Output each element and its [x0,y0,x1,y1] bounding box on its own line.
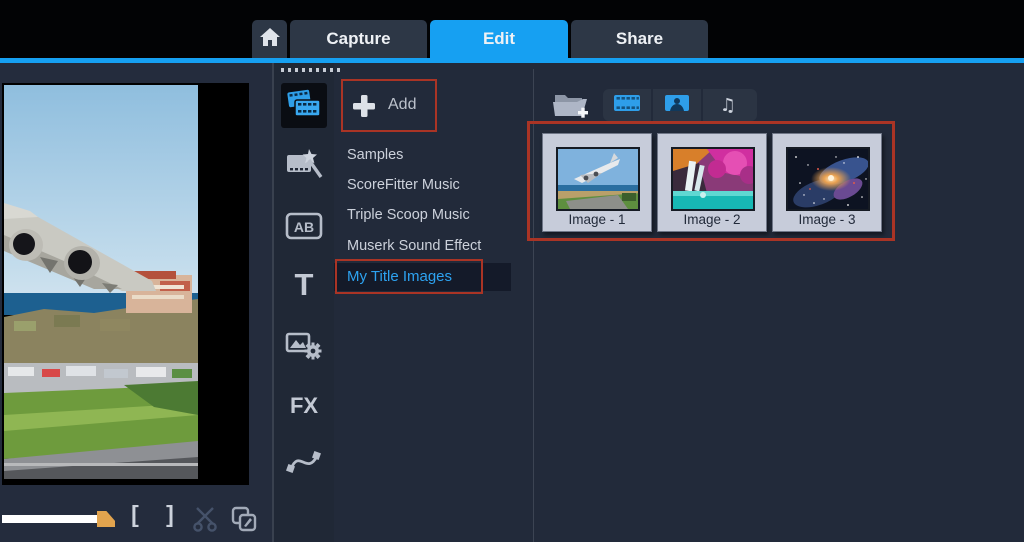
split-scissors-icon[interactable] [193,506,221,537]
home-tab[interactable] [252,20,287,58]
panel-drag-handle[interactable] [281,68,344,72]
media-item-3-label: Image - 3 [773,212,881,227]
sidebar-tool-overlays[interactable] [274,329,334,365]
svg-text:AB: AB [294,219,314,235]
top-tab-bar: Capture Edit Share [0,0,1024,58]
category-samples[interactable]: Samples [347,147,403,167]
tab-edit[interactable]: Edit [430,20,568,58]
media-filter-strip: ♫ [603,89,757,121]
add-media-button[interactable] [352,94,376,123]
titles-icon: T [295,267,314,303]
sidebar-tool-instant-project[interactable] [274,148,334,184]
photo-filter-icon [664,94,690,117]
tab-capture[interactable]: Capture [290,20,427,58]
mark-in-button[interactable]: [ [126,501,144,531]
thumbnail-waterfall [671,147,755,211]
thumbnail-airplane [556,147,640,211]
sidebar-tool-transitions[interactable]: AB [274,212,334,244]
category-muserk-sound-effect[interactable]: Muserk Sound Effect [347,238,481,258]
tab-capture-label: Capture [326,29,390,49]
sidebar-tool-media-library[interactable] [281,83,327,128]
tab-share-label: Share [616,29,663,49]
snapshot-icon[interactable] [230,505,258,538]
category-my-title-images[interactable]: My Title Images [347,268,452,288]
media-library-icon [286,87,322,124]
add-media-label[interactable]: Add [388,96,416,114]
video-filter-icon [613,94,641,117]
mark-out-button[interactable]: ] [161,501,179,531]
sidebar-tool-titles[interactable]: T [274,266,334,304]
preview-scrubber-track[interactable] [2,515,97,523]
photo-filter-button[interactable] [653,89,703,121]
audio-filter-button[interactable]: ♫ [703,89,753,121]
preview-scrubber-handle[interactable] [97,511,115,527]
media-item-3[interactable]: Image - 3 [772,133,882,232]
motion-path-icon [285,444,323,483]
overlays-icon [285,328,323,367]
panel-divider-right [533,69,534,542]
media-item-1-label: Image - 1 [543,212,651,227]
transitions-icon: AB [284,211,324,246]
preview-panel: [ ] [0,63,272,542]
video-preview [2,83,249,485]
media-item-2-label: Image - 2 [658,212,766,227]
preview-frame-airplane [4,85,198,479]
video-filter-button[interactable] [603,89,653,121]
audio-filter-icon: ♫ [720,95,736,116]
media-item-2[interactable]: Image - 2 [657,133,767,232]
media-item-1[interactable]: Image - 1 [542,133,652,232]
library-sidebar: AB T [274,63,334,542]
sidebar-tool-effects[interactable]: FX [274,391,334,421]
category-triple-scoop-music[interactable]: Triple Scoop Music [347,207,470,227]
video-editor-window: Capture Edit Share [0,0,1024,542]
category-scorefitter-music[interactable]: ScoreFitter Music [347,177,460,197]
tab-share[interactable]: Share [571,20,708,58]
tab-edit-label: Edit [483,29,515,49]
instant-project-icon [285,147,323,186]
home-icon [260,28,280,51]
sidebar-tool-motion-path[interactable] [274,445,334,481]
effects-icon: FX [290,393,318,419]
add-folder-icon[interactable] [551,89,591,128]
main-area: [ ] [0,63,1024,542]
thumbnail-galaxy [786,147,870,211]
